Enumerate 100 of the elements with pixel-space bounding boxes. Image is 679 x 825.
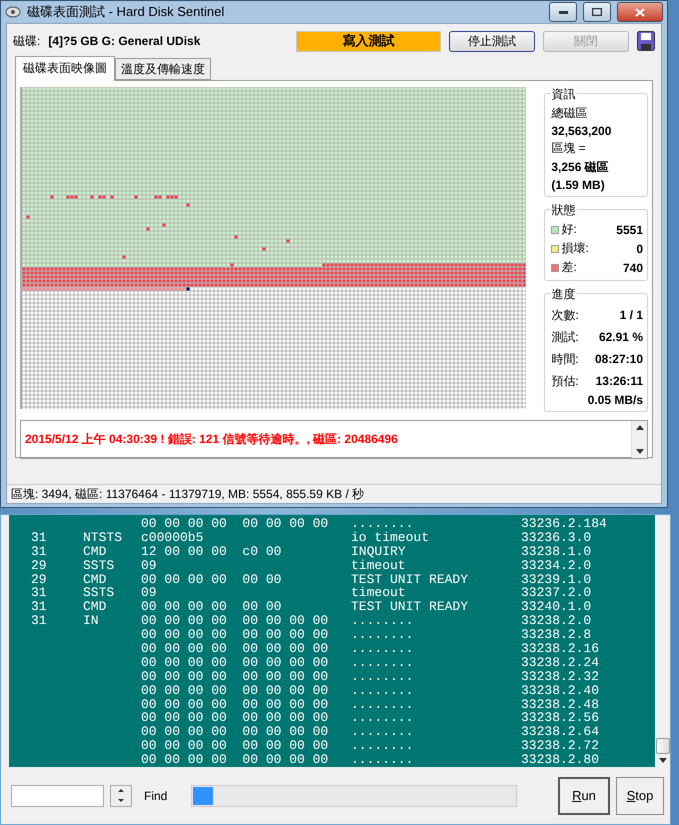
scrollbar[interactable] xyxy=(631,421,647,458)
test-status: 寫入測試 xyxy=(296,30,441,52)
row-description: TEST UNIT READY xyxy=(351,572,470,586)
tab[interactable]: 磁碟表面映像圖 xyxy=(15,56,115,81)
row-id: 31 xyxy=(31,600,48,614)
hex-data: 00 00 00 00 00 00 00 00 xyxy=(141,753,330,767)
scrollbar-thumb[interactable] xyxy=(656,738,670,754)
row-reference: 33238.2.16 xyxy=(521,642,600,656)
row-description: ........ xyxy=(351,517,414,531)
spin-control[interactable] xyxy=(110,784,132,806)
row-reference: 33238.2.32 xyxy=(521,670,600,684)
find-field[interactable] xyxy=(11,784,104,806)
status-label: 損壞: xyxy=(561,240,589,257)
hex-data: 00 00 00 00 00 00 00 00 xyxy=(141,670,330,684)
row-id: 29 xyxy=(31,572,48,586)
window-title: 磁碟表面測試 - Hard Disk Sentinel xyxy=(27,3,226,21)
row-id: 31 xyxy=(31,614,48,628)
disk-label: 磁碟: xyxy=(13,32,40,50)
progress-label: 時間: xyxy=(551,350,579,368)
progress-label: 次數: xyxy=(551,306,579,324)
info-value: (1.59 MB) xyxy=(551,178,606,192)
progress-value: 08:27:10 xyxy=(594,352,643,366)
status-label: 差: xyxy=(561,259,577,276)
hex-data: 00 00 00 00 00 00 00 00 xyxy=(141,517,330,531)
hex-data: 00 00 00 00 00 00 00 00 xyxy=(141,698,330,712)
hex-data: 00 00 00 00 00 00 00 00 xyxy=(141,739,330,754)
hex-data: 12 00 00 00 c0 00 xyxy=(141,544,282,559)
command-button[interactable]: Run xyxy=(558,776,610,814)
hex-data: 00 00 00 00 00 00 00 00 xyxy=(141,614,330,628)
row-description: ........ xyxy=(351,684,414,698)
log-line: 2015/5/12 上午 04:30:39 ! 錯誤: 121 信號等待逾時。, 磁區: 20486496 xyxy=(24,431,399,448)
row-reference: 33238.2.0 xyxy=(521,614,592,628)
action-button[interactable]: 停止測試 xyxy=(449,30,535,52)
row-description: ........ xyxy=(351,711,414,726)
hex-data: 00 00 00 00 00 00 00 00 xyxy=(141,656,330,670)
info-label: 總磁區 xyxy=(551,105,588,122)
row-description: ........ xyxy=(351,698,414,712)
close-button[interactable] xyxy=(617,2,663,22)
scroll-up-icon[interactable] xyxy=(636,425,644,430)
disk-name: [4]?5 GB G: General UDisk xyxy=(48,34,202,48)
row-description: ........ xyxy=(351,642,414,656)
hex-data: 00 00 00 00 00 00 00 00 xyxy=(141,725,330,740)
status-value: 5551 xyxy=(616,222,643,236)
tab[interactable]: 溫度及傳輸速度 xyxy=(115,58,211,80)
maximize-button[interactable] xyxy=(583,2,611,22)
row-reference: 33238.2.80 xyxy=(521,753,600,767)
row-reference: 33234.2.0 xyxy=(521,558,592,573)
status-label: 好: xyxy=(561,221,577,238)
hex-data: 00 00 00 00 00 00 xyxy=(141,600,282,614)
row-type: CMD xyxy=(83,544,108,559)
scrollbar[interactable] xyxy=(655,515,670,767)
row-id: 31 xyxy=(31,586,48,600)
row-reference: 33237.2.0 xyxy=(521,586,592,600)
down-arrow-icon[interactable] xyxy=(118,799,124,802)
row-type: CMD xyxy=(83,600,108,614)
up-arrow-icon[interactable] xyxy=(118,789,124,792)
scroll-down-icon[interactable] xyxy=(636,449,644,454)
hex-data: 00 00 00 00 00 00 00 00 xyxy=(141,642,330,656)
row-id: 29 xyxy=(31,558,48,573)
row-reference: 33238.2.72 xyxy=(521,739,600,754)
row-reference: 33238.2.40 xyxy=(521,684,600,698)
row-description: timeout xyxy=(351,558,407,573)
hex-data: 09 xyxy=(141,558,158,573)
progress-value: 13:26:11 xyxy=(596,374,643,388)
group-title: 狀態 xyxy=(551,202,578,219)
row-description: io timeout xyxy=(351,530,430,545)
hex-data: 00 00 00 00 00 00 00 00 xyxy=(141,711,330,726)
status-value: 740 xyxy=(622,260,643,274)
row-type: NTSTS xyxy=(83,530,124,545)
row-description: TEST UNIT READY xyxy=(351,600,470,614)
row-description: ........ xyxy=(351,739,414,754)
row-reference: 33238.2.48 xyxy=(521,698,600,712)
progress-label: 測試: xyxy=(551,328,579,346)
row-description: ........ xyxy=(351,628,414,642)
progress-value: 62.91 % xyxy=(598,330,643,344)
row-reference: 33240.1.0 xyxy=(521,600,592,614)
command-button[interactable]: Stop xyxy=(616,776,664,814)
row-reference: 33239.1.0 xyxy=(521,572,592,586)
minimize-button[interactable] xyxy=(549,2,577,22)
row-description: INQUIRY xyxy=(351,544,407,559)
hex-data: 00 00 00 00 00 00 00 00 xyxy=(141,628,330,642)
info-label: 區塊 = xyxy=(551,140,587,157)
save-icon[interactable] xyxy=(637,31,655,51)
row-description: ........ xyxy=(351,614,414,628)
row-reference: 33238.2.64 xyxy=(521,725,600,740)
row-reference: 33238.2.24 xyxy=(521,656,600,670)
hex-data: 00 00 00 00 00 00 00 00 xyxy=(141,684,330,698)
row-type: CMD xyxy=(83,572,108,586)
row-type: SSTS xyxy=(83,586,116,600)
status-bar-text: 區塊: 3494, 磁區: 11376464 - 11379719, MB: 5554, 855.59 KB / 秒 xyxy=(11,486,364,502)
disk-app-icon xyxy=(5,5,21,19)
hex-data: c00000b5 xyxy=(141,530,204,545)
minimize-icon xyxy=(558,10,568,14)
scroll-down-icon[interactable] xyxy=(658,758,666,763)
row-description: timeout xyxy=(351,586,407,600)
row-reference: 33236.3.0 xyxy=(521,530,592,545)
row-description: ........ xyxy=(351,725,414,740)
row-type: IN xyxy=(83,614,100,628)
row-description: ........ xyxy=(351,753,414,767)
find-label: Find xyxy=(144,788,168,802)
